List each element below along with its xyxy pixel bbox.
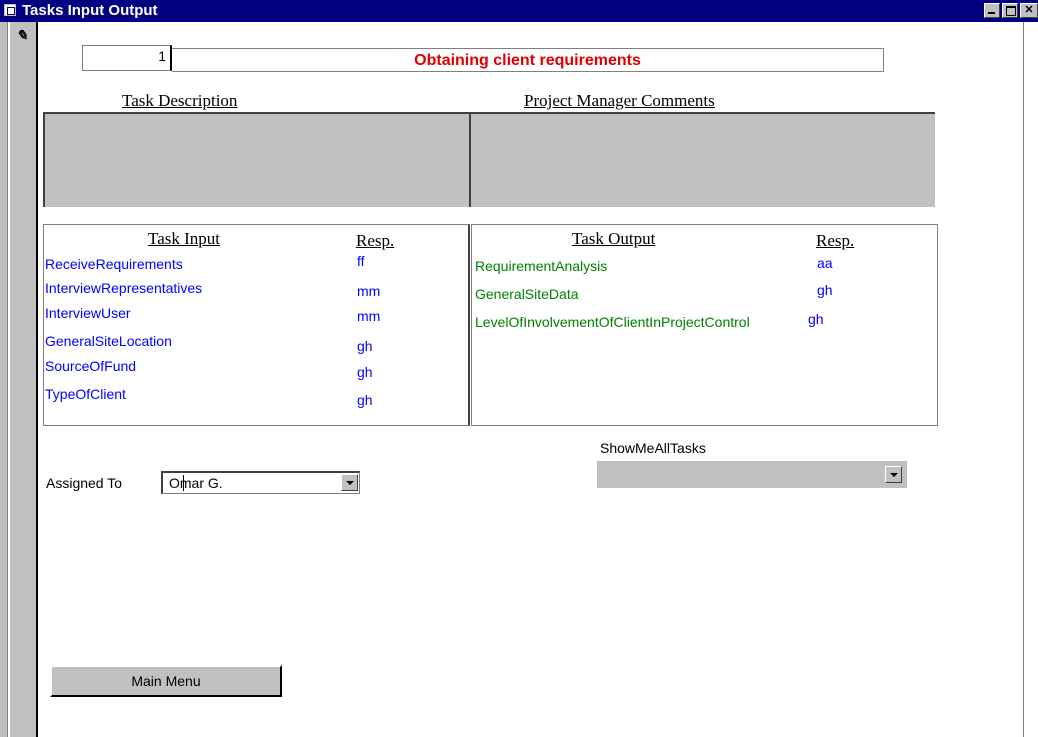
task-input-resp-header: Resp. <box>356 231 395 250</box>
output-item-resp[interactable]: gh <box>817 282 833 298</box>
input-item-name[interactable]: InterviewUser <box>45 305 131 321</box>
form-icon[interactable] <box>4 4 16 16</box>
input-item-resp[interactable]: gh <box>357 392 373 408</box>
input-item-name[interactable]: GeneralSiteLocation <box>45 333 172 349</box>
pm-comments-label: Project Manager Comments <box>524 91 715 110</box>
task-name-field[interactable]: Obtaining client requirements <box>172 48 884 72</box>
record-selector[interactable]: ✎ <box>10 22 38 737</box>
text-cursor <box>183 475 184 491</box>
input-item-name[interactable]: TypeOfClient <box>45 386 126 402</box>
input-item-resp[interactable]: mm <box>357 283 380 299</box>
input-item-name[interactable]: SourceOfFund <box>45 358 136 374</box>
task-output-resp-header: Resp. <box>816 231 855 250</box>
output-item-name[interactable]: GeneralSiteData <box>475 286 579 302</box>
task-output-header: Task Output <box>572 229 656 248</box>
task-description-label: Task Description <box>122 91 238 110</box>
show-all-tasks-combo[interactable] <box>597 461 907 488</box>
chevron-down-icon[interactable] <box>885 466 902 483</box>
assigned-to-value[interactable]: Omar G. <box>169 475 223 491</box>
maximize-button[interactable] <box>1002 3 1018 18</box>
input-item-name[interactable]: InterviewRepresentatives <box>45 280 202 296</box>
window-frame-left <box>0 22 8 737</box>
input-item-resp[interactable]: mm <box>357 308 380 324</box>
pm-comments-field[interactable] <box>469 112 935 207</box>
output-item-name[interactable]: LevelOfInvolvementOfClientInProjectContr… <box>475 314 750 330</box>
assigned-to-label: Assigned To <box>46 475 123 491</box>
minimize-button[interactable] <box>984 3 1000 18</box>
task-input-header: Task Input <box>148 229 220 248</box>
form-right-edge <box>1023 22 1024 737</box>
close-button[interactable]: ✕ <box>1020 3 1038 18</box>
output-item-resp[interactable]: gh <box>808 311 824 327</box>
output-item-name[interactable]: RequirementAnalysis <box>475 258 607 274</box>
input-item-resp[interactable]: gh <box>357 338 373 354</box>
task-description-field[interactable] <box>43 112 469 207</box>
input-item-name[interactable]: ReceiveRequirements <box>45 256 183 272</box>
title-bar: Tasks Input Output ✕ <box>0 0 1038 22</box>
output-item-resp[interactable]: aa <box>817 255 833 271</box>
assigned-to-combo[interactable]: Omar G. <box>161 471 360 494</box>
task-id-field[interactable]: 1 <box>82 45 172 71</box>
pencil-icon: ✎ <box>16 28 28 44</box>
window-title: Tasks Input Output <box>22 2 158 19</box>
input-item-resp[interactable]: gh <box>357 364 373 380</box>
main-menu-button[interactable]: Main Menu <box>50 665 282 697</box>
input-item-resp[interactable]: ff <box>357 253 365 269</box>
chevron-down-icon[interactable] <box>341 474 358 491</box>
show-all-tasks-label: ShowMeAllTasks <box>600 440 706 456</box>
